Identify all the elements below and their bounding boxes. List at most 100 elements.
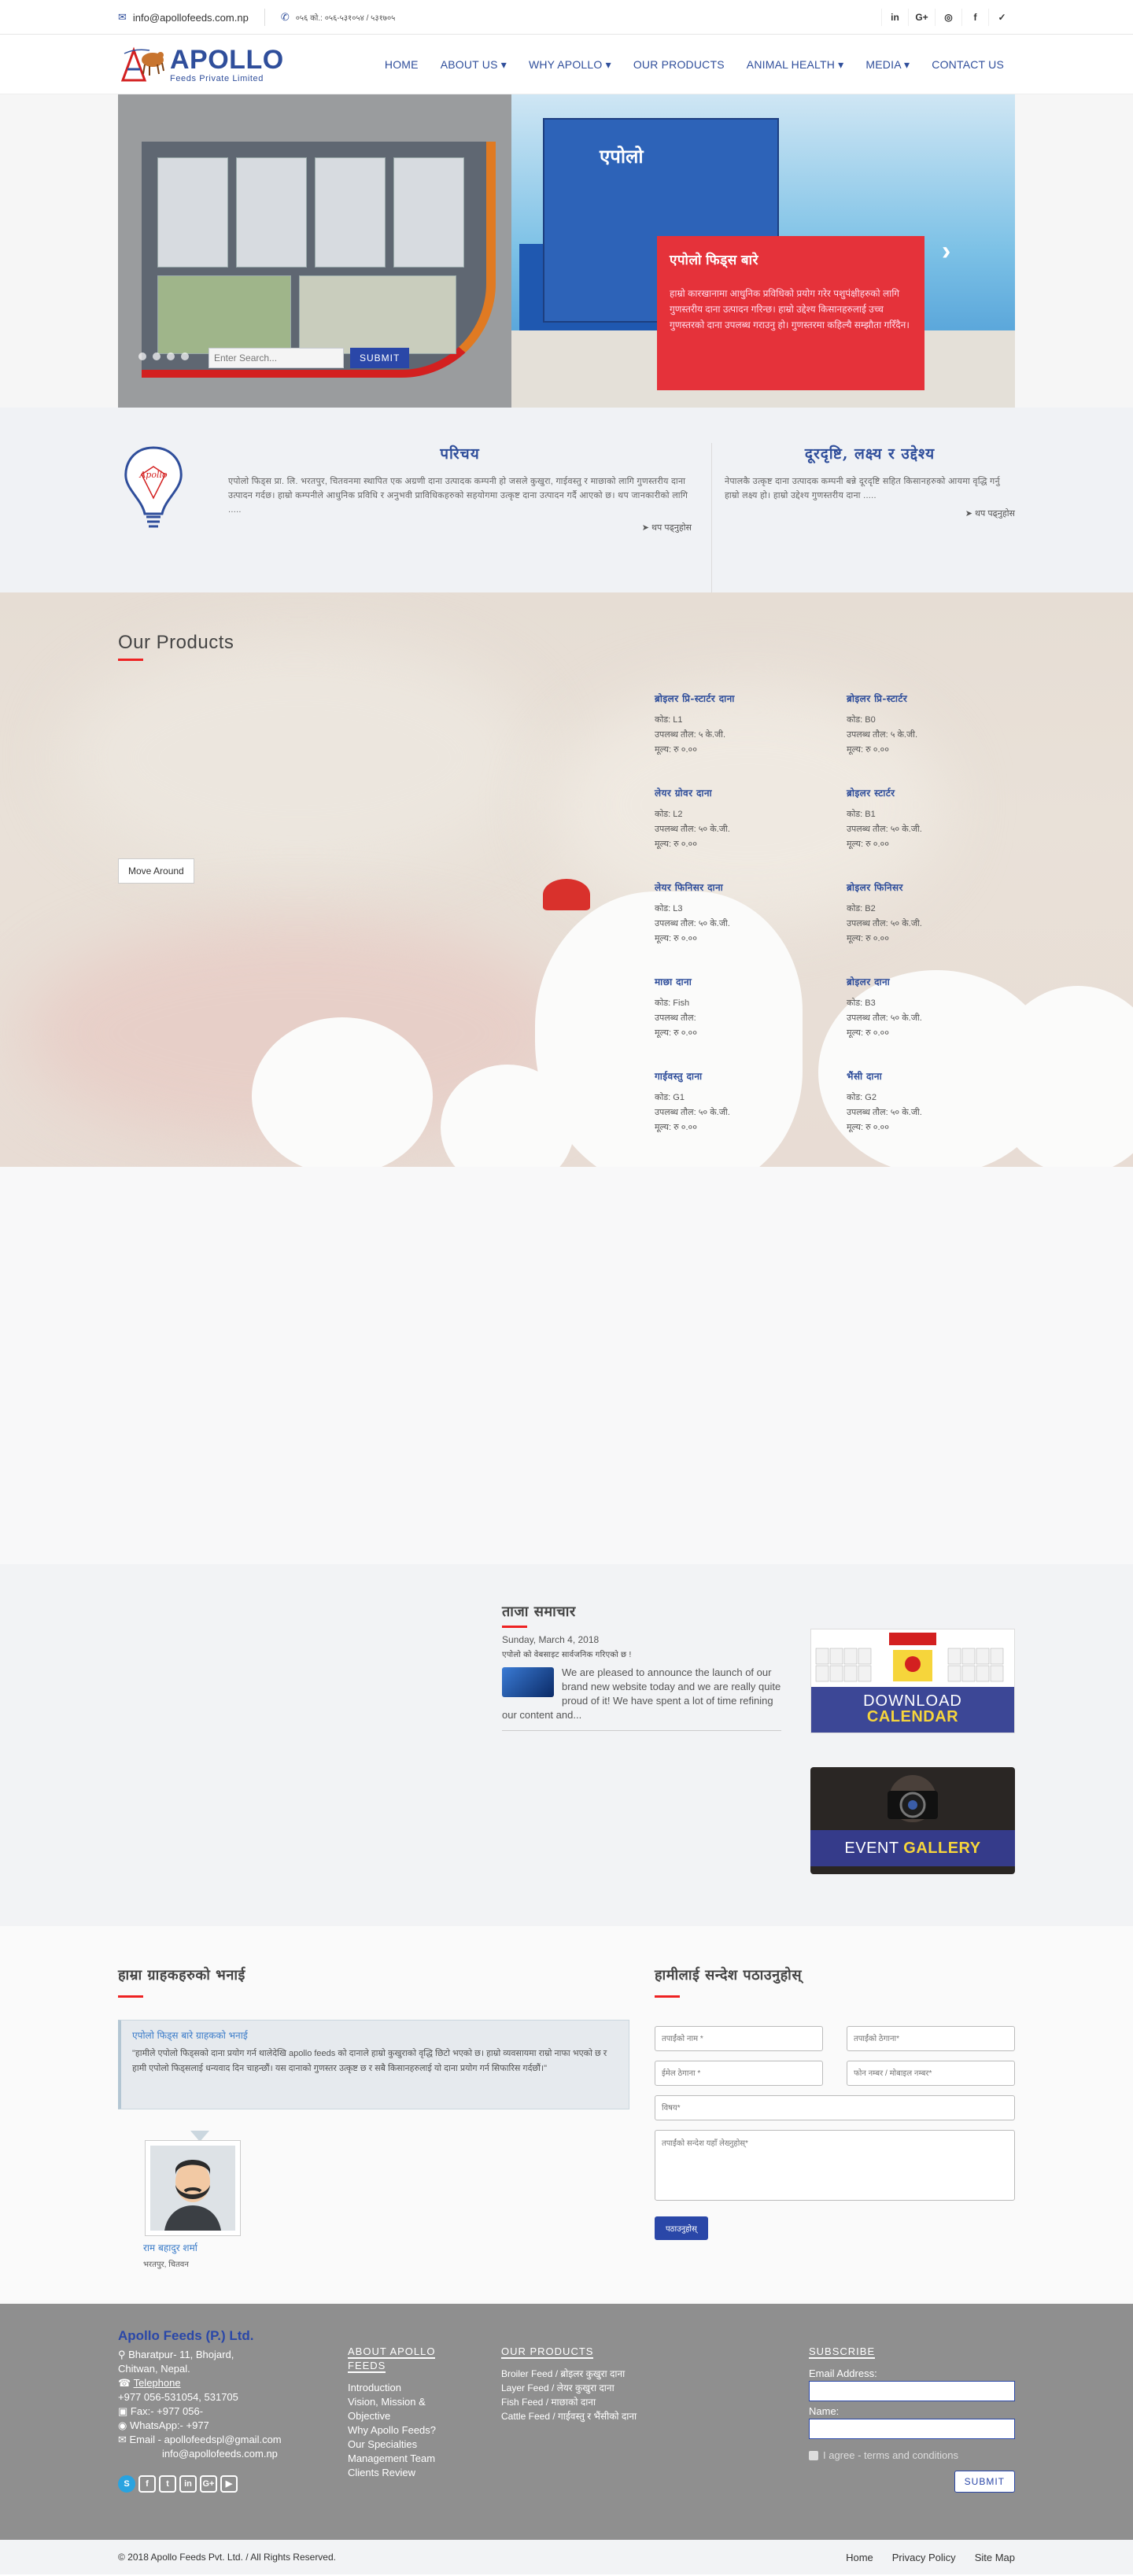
slider-dot[interactable] (153, 352, 161, 360)
product-item[interactable]: ब्रोइलर प्रि-स्टार्टर कोड: B0 उपलब्ध तौल: … (847, 692, 1015, 758)
svg-text:Apollo: Apollo (138, 470, 168, 480)
search-input[interactable] (209, 348, 344, 368)
news-thumbnail[interactable] (502, 1667, 554, 1697)
product-name[interactable]: ब्रोइलर दाना (847, 975, 1015, 988)
footer-link-introduction[interactable]: Introduction (348, 2381, 442, 2395)
footer-email[interactable]: ✉ Email - apollofeedspl@gmail.com (118, 2433, 307, 2447)
product-name[interactable]: लेयर ग्रोवर दाना (655, 786, 847, 799)
product-price: मूल्य: रु ०.०० (655, 745, 697, 755)
move-around-button[interactable]: Move Around (118, 858, 194, 884)
event-gallery-banner[interactable]: EVENT GALLERY (810, 1767, 1015, 1874)
product-item[interactable]: ब्रोइलर फिनिसर कोड: B2 उपलब्ध तौल: ५० के.ज… (847, 880, 1015, 947)
phone-contact[interactable]: ✆ ०५६ को.: ०५६-५३१०५४ / ५३१७०५ (281, 11, 396, 24)
nav-why-apollo[interactable]: WHY APOLLO ▾ (518, 58, 622, 72)
footer-link-broiler[interactable]: Broiler Feed / ब्रोइलर कुखुरा दाना (501, 2367, 722, 2381)
search-submit-button[interactable]: SUBMIT (350, 348, 410, 368)
linkedin-icon[interactable]: in (881, 9, 908, 26)
email-contact[interactable]: ✉ info@apollofeeds.com.np (118, 11, 249, 24)
bottom-link-site-map[interactable]: Site Map (975, 2552, 1015, 2563)
fax-icon: ▣ (118, 2405, 131, 2417)
google-plus-icon[interactable]: G+ (200, 2475, 217, 2493)
news-subtitle[interactable]: एपोलो को वेबसाइट सार्वजनिक गरिएको छ ! (502, 1648, 781, 1659)
email-text-2[interactable]: info@apollofeeds.com.np (118, 2447, 307, 2461)
slider-dot[interactable] (138, 352, 146, 360)
product-weight: उपलब्ध तौल: ५० के.जी. (655, 1108, 730, 1117)
twitter-icon[interactable]: t (159, 2475, 176, 2493)
chicken-image (252, 1017, 433, 1167)
contact-form-column: हामीलाई सन्देश पठाउनुहोस् पठाउनुहोस् (655, 1965, 1015, 2240)
products-section: Our Products Move Around ब्रोइलर प्रि-स्… (0, 592, 1133, 1167)
logo[interactable]: APOLLO Feeds Private Limited (118, 46, 284, 83)
facebook-icon[interactable]: f (961, 9, 988, 26)
product-item[interactable]: ब्रोइलर प्रि-स्टार्टर दाना कोड: L1 उपलब्ध … (655, 692, 847, 758)
nav-animal-health[interactable]: ANIMAL HEALTH ▾ (736, 58, 855, 72)
footer-link-vision[interactable]: Vision, Mission & (348, 2395, 442, 2409)
skype-icon[interactable]: S (118, 2475, 135, 2493)
phone-field[interactable] (847, 2061, 1015, 2086)
subscribe-name-input[interactable] (809, 2419, 1015, 2439)
news-column: ताजा समाचार Sunday, March 4, 2018 एपोलो … (502, 1602, 781, 1731)
slider-dot[interactable] (181, 352, 189, 360)
slider-dot[interactable] (167, 352, 175, 360)
phone-text: ०५६ को.: ०५६-५३१०५४ / ५३१७०५ (295, 14, 396, 23)
footer-link-cattle[interactable]: Cattle Feed / गाईवस्तु र भैंसीको दाना (501, 2409, 722, 2423)
facebook-icon[interactable]: f (138, 2475, 156, 2493)
footer-telephone[interactable]: ☎ Telephone (118, 2376, 307, 2390)
product-item[interactable]: माछा दाना कोड: Fish उपलब्ध तौल: मूल्य: रु ०… (655, 975, 847, 1041)
product-name[interactable]: गाईवस्तु दाना (655, 1069, 847, 1083)
product-name[interactable]: लेयर फिनिसर दाना (655, 880, 847, 894)
footer-link-layer[interactable]: Layer Feed / लेयर कुखुरा दाना (501, 2381, 722, 2395)
agree-checkbox[interactable] (809, 2451, 818, 2460)
youtube-icon[interactable]: ▶ (220, 2475, 238, 2493)
footer-link-why-apollo[interactable]: Why Apollo Feeds? (348, 2423, 442, 2438)
about-heading-line1: ABOUT APOLLO (348, 2345, 436, 2359)
intro-read-more-link[interactable]: ➤ थप पढ्नुहोस (228, 522, 692, 533)
message-field[interactable] (655, 2130, 1015, 2201)
send-message-button[interactable]: पठाउनुहोस् (655, 2216, 708, 2240)
product-item[interactable]: लेयर फिनिसर दाना कोड: L3 उपलब्ध तौल: ५० के… (655, 880, 847, 947)
email-field[interactable] (655, 2061, 823, 2086)
product-name[interactable]: ब्रोइलर प्रि-स्टार्टर (847, 692, 1015, 705)
nav-contact-us[interactable]: CONTACT US (921, 58, 1015, 72)
footer-link-clients-review[interactable]: Clients Review (348, 2466, 442, 2480)
product-item[interactable]: गाईवस्तु दाना कोड: G1 उपलब्ध तौल: ५० के.जी… (655, 1069, 847, 1135)
address-field[interactable] (847, 2026, 1015, 2051)
download-calendar-banner[interactable]: DOWNLOAD CALENDAR (810, 1629, 1015, 1733)
product-item[interactable]: ब्रोइलर स्टार्टर कोड: B1 उपलब्ध तौल: ५० के… (847, 786, 1015, 852)
bottom-link-privacy-policy[interactable]: Privacy Policy (892, 2552, 956, 2563)
vision-read-more-link[interactable]: ➤ थप पढ्नुहोस (725, 507, 1015, 519)
logo-mark-icon (118, 46, 167, 83)
product-name[interactable]: ब्रोइलर फिनिसर (847, 880, 1015, 894)
footer-link-management[interactable]: Management Team (348, 2452, 442, 2466)
agree-checkbox-row[interactable]: I agree - terms and conditions (809, 2449, 1015, 2463)
subscribe-submit-button[interactable]: SUBMIT (954, 2471, 1015, 2493)
product-item[interactable]: भैंसी दाना कोड: G2 उपलब्ध तौल: ५० के.जी. मू… (847, 1069, 1015, 1135)
google-plus-icon[interactable]: G+ (908, 9, 935, 26)
footer-link-objective[interactable]: Objective (348, 2409, 442, 2423)
footer-link-fish[interactable]: Fish Feed / माछाको दाना (501, 2395, 722, 2409)
twitter-icon[interactable]: ✓ (988, 9, 1015, 26)
logo-title: APOLLO (170, 44, 284, 75)
subject-field[interactable] (655, 2095, 1015, 2120)
testimonial-section: हाम्रा ग्राहकहरुको भनाई एपोलो फिड्स बारे… (0, 1926, 1133, 2304)
nav-our-products[interactable]: OUR PRODUCTS (622, 58, 736, 72)
footer-link-specialties[interactable]: Our Specialties (348, 2438, 442, 2452)
email-text: info@apollofeeds.com.np (132, 11, 249, 24)
telephone-label: Telephone (133, 2377, 181, 2389)
linkedin-icon[interactable]: in (179, 2475, 197, 2493)
nav-about-us[interactable]: ABOUT US ▾ (430, 58, 518, 72)
product-item[interactable]: ब्रोइलर दाना कोड: B3 उपलब्ध तौल: ५० के.जी.… (847, 975, 1015, 1041)
subscribe-email-input[interactable] (809, 2381, 1015, 2401)
nav-media[interactable]: MEDIA ▾ (854, 58, 921, 72)
product-name[interactable]: ब्रोइलर प्रि-स्टार्टर दाना (655, 692, 847, 705)
name-field[interactable] (655, 2026, 823, 2051)
nav-home[interactable]: HOME (374, 58, 430, 72)
bottom-link-home[interactable]: Home (846, 2552, 873, 2563)
product-name[interactable]: ब्रोइलर स्टार्टर (847, 786, 1015, 799)
subscribe-email-label: Email Address: (809, 2367, 877, 2379)
product-name[interactable]: माछा दाना (655, 975, 847, 988)
next-slide-arrow-icon[interactable]: › (942, 236, 950, 267)
product-item[interactable]: लेयर ग्रोवर दाना कोड: L2 उपलब्ध तौल: ५० के… (655, 786, 847, 852)
product-name[interactable]: भैंसी दाना (847, 1069, 1015, 1083)
instagram-icon[interactable]: ◎ (935, 9, 961, 26)
